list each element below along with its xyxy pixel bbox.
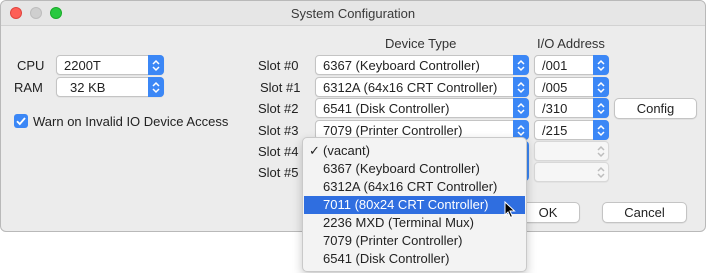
slot-4-label: Slot #4 — [258, 144, 299, 159]
io-address-header: I/O Address — [537, 36, 605, 51]
slot-1-address-value: /005 — [542, 80, 568, 95]
stepper-arrows-icon — [148, 77, 164, 97]
slot-3-device-value: 7079 (Printer Controller) — [323, 123, 463, 138]
menu-item-vacant[interactable]: ✓ (vacant) — [303, 142, 526, 160]
menu-item-6541[interactable]: 6541 (Disk Controller) — [303, 250, 526, 268]
slot-2-label: Slot #2 — [258, 101, 299, 116]
warn-invalid-io-checkbox[interactable] — [14, 114, 28, 128]
ram-label: RAM — [14, 80, 43, 95]
slot-0-address-select[interactable]: /001 — [534, 55, 609, 75]
checkmark-icon — [16, 117, 26, 126]
stepper-arrows-icon — [593, 120, 609, 140]
stepper-arrows-icon — [593, 55, 609, 75]
slot-0-label: Slot #0 — [258, 58, 299, 73]
stepper-arrows-icon — [513, 77, 529, 97]
slot-5-label: Slot #5 — [258, 165, 299, 180]
menu-item-7011[interactable]: 7011 (80x24 CRT Controller) — [304, 196, 525, 214]
slot-5-address-select — [534, 162, 609, 182]
slot-3-address-select[interactable]: /215 — [534, 120, 609, 140]
menu-item-6312a[interactable]: 6312A (64x16 CRT Controller) — [303, 178, 526, 196]
stepper-arrows-icon — [593, 141, 609, 161]
slot-1-label: Slot #1 — [260, 80, 301, 95]
stepper-arrows-icon — [513, 55, 529, 75]
stepper-arrows-icon — [593, 162, 609, 182]
ram-select-value: 32 KB — [70, 80, 106, 95]
menu-item-2236-mxd[interactable]: 2236 MXD (Terminal Mux) — [303, 214, 526, 232]
stepper-arrows-icon — [148, 55, 164, 75]
stepper-arrows-icon — [513, 98, 529, 118]
slot-3-address-value: /215 — [542, 123, 568, 138]
config-button[interactable]: Config — [614, 98, 697, 119]
slot-1-address-select[interactable]: /005 — [534, 77, 609, 97]
cpu-select[interactable]: 2200T — [56, 55, 164, 75]
slot-1-device-select[interactable]: 6312A (64x16 CRT Controller) — [315, 77, 529, 97]
slot-1-device-value: 6312A (64x16 CRT Controller) — [323, 80, 498, 95]
checkmark-icon: ✓ — [309, 143, 320, 158]
stepper-arrows-icon — [593, 77, 609, 97]
device-type-header: Device Type — [385, 36, 457, 51]
slot-3-label: Slot #3 — [258, 123, 299, 138]
title-bar: System Configuration — [1, 1, 705, 26]
slot-2-device-value: 6541 (Disk Controller) — [323, 101, 450, 116]
cpu-select-value: 2200T — [64, 58, 101, 73]
warn-invalid-io-label: Warn on Invalid IO Device Access — [33, 114, 229, 129]
window-title: System Configuration — [290, 6, 416, 21]
mouse-pointer-icon — [504, 201, 516, 219]
cancel-button[interactable]: Cancel — [602, 202, 687, 223]
slot-4-address-select — [534, 141, 609, 161]
slot-2-address-value: /310 — [542, 101, 568, 116]
cpu-label: CPU — [17, 58, 45, 73]
stepper-arrows-icon — [593, 98, 609, 118]
menu-item-6367[interactable]: 6367 (Keyboard Controller) — [303, 160, 526, 178]
slot-0-device-value: 6367 (Keyboard Controller) — [323, 58, 480, 73]
slot-0-device-select[interactable]: 6367 (Keyboard Controller) — [315, 55, 529, 75]
slot-2-device-select[interactable]: 6541 (Disk Controller) — [315, 98, 529, 118]
ram-select[interactable]: 32 KB — [56, 77, 164, 97]
slot-2-address-select[interactable]: /310 — [534, 98, 609, 118]
slot-0-address-value: /001 — [542, 58, 568, 73]
device-type-menu: ✓ (vacant) 6367 (Keyboard Controller) 63… — [302, 137, 527, 272]
menu-item-7079[interactable]: 7079 (Printer Controller) — [303, 232, 526, 250]
